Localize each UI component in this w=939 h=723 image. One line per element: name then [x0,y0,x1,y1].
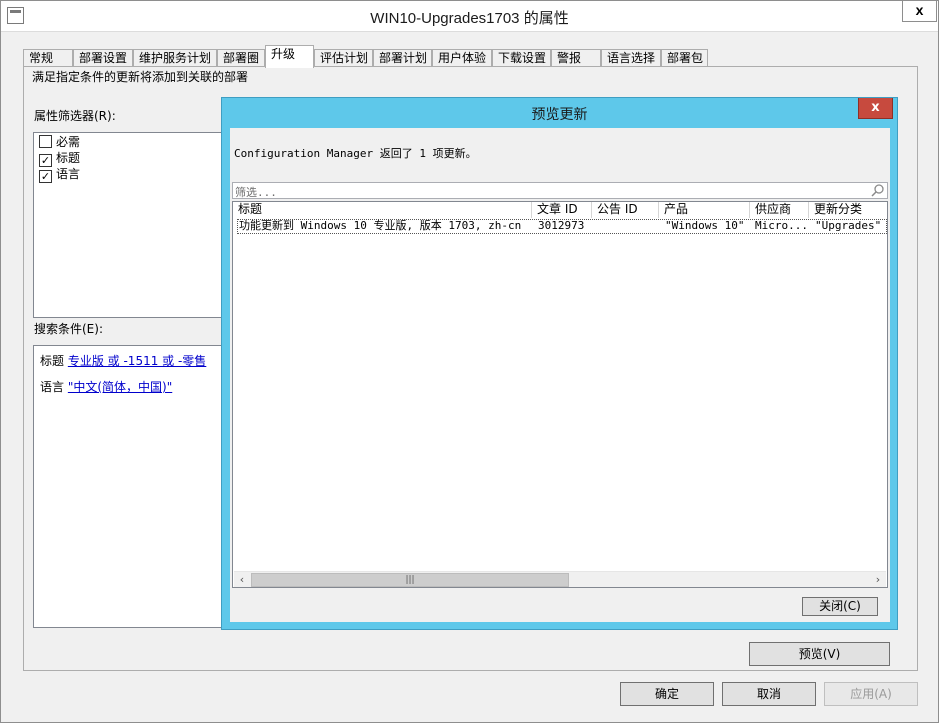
preview-button[interactable]: 预览(V) [749,642,890,666]
tab-deployment-package[interactable]: 部署包 [661,49,708,67]
tab-deployment-ring[interactable]: 部署圈 [217,49,265,67]
filter-input[interactable]: 筛选... [232,182,888,199]
panel-description: 满足指定条件的更新将添加到关联的部署 [32,70,249,84]
cell-vendor: Micro... [755,219,808,232]
window-title: WIN10-Upgrades1703 的属性 [370,10,569,27]
tab-evaluation-schedule[interactable]: 评估计划 [314,49,373,67]
scroll-left-arrow-icon[interactable]: ‹ [234,572,250,587]
column-header-bulletin-id[interactable]: 公告 ID [592,202,659,218]
cancel-button[interactable]: 取消 [722,682,816,706]
search-icon[interactable] [871,184,884,197]
title-bar[interactable]: WIN10-Upgrades1703 的属性 x [1,1,938,32]
property-item-language[interactable]: ✓ 语言 [39,167,80,183]
property-label: 标题 [56,151,81,165]
ok-button[interactable]: 确定 [620,682,714,706]
window-close-button[interactable]: x [902,1,937,22]
apply-button[interactable]: 应用(A) [824,682,918,706]
properties-window: WIN10-Upgrades1703 的属性 x 常规 部署设置 维护服务计划 … [0,0,939,723]
criteria-name: 标题 [40,354,65,368]
checkbox-checked-icon[interactable]: ✓ [39,154,52,167]
property-item-required[interactable]: 必需 [39,135,80,151]
preview-updates-dialog: 预览更新 x Configuration Manager 返回了 1 项更新。 … [221,97,898,630]
column-header-title[interactable]: 标题 [233,202,532,218]
tab-deployment-settings[interactable]: 部署设置 [73,49,133,67]
column-header-article-id[interactable]: 文章 ID [532,202,592,218]
horizontal-scrollbar[interactable]: ‹ ||| › [234,571,886,587]
property-item-title[interactable]: ✓ 标题 [39,151,80,167]
property-filter-label: 属性筛选器(R): [34,109,116,123]
tab-download-settings[interactable]: 下载设置 [492,49,551,67]
search-criteria-label: 搜索条件(E): [34,322,103,336]
criteria-row-title: 标题 专业版 或 -1511 或 -零售 [40,352,206,369]
cell-article-id: 3012973 [538,219,585,232]
cell-bulletin-id [596,219,659,234]
column-header-classification[interactable]: 更新分类 [809,202,887,218]
scroll-right-arrow-icon[interactable]: › [870,572,886,587]
property-label: 语言 [56,167,81,181]
column-header-product[interactable]: 产品 [659,202,750,218]
dialog-close-icon[interactable]: x [858,98,893,119]
tab-deployment-schedule[interactable]: 部署计划 [373,49,432,67]
dialog-body: Configuration Manager 返回了 1 项更新。 筛选... 标… [230,128,890,622]
scrollbar-thumb[interactable]: ||| [251,573,569,587]
tab-upgrade[interactable]: 升级 [265,45,314,68]
tab-user-experience[interactable]: 用户体验 [432,49,492,67]
criteria-name: 语言 [40,380,65,394]
tab-general[interactable]: 常规 [23,49,73,67]
column-header-vendor[interactable]: 供应商 [750,202,809,218]
cell-classification: "Upgrades" [815,219,882,232]
cell-title: 功能更新到 Windows 10 专业版, 版本 1703, zh-cn [239,219,522,232]
tab-maintenance-schedule[interactable]: 维护服务计划 [133,49,217,67]
criteria-value-link[interactable]: "中文(简体，中国)" [68,380,172,394]
property-filter-list[interactable]: 必需 ✓ 标题 ✓ 语言 [33,132,233,318]
cell-product: "Windows 10" [665,219,745,232]
filter-placeholder: 筛选... [235,186,277,199]
criteria-value-link[interactable]: 专业版 或 -1511 或 -零售 [68,354,206,368]
result-message: Configuration Manager 返回了 1 项更新。 [234,147,477,160]
tab-language-selection[interactable]: 语言选择 [601,49,661,67]
property-label: 必需 [56,135,81,149]
search-criteria-box[interactable]: 标题 专业版 或 -1511 或 -零售 语言 "中文(简体，中国)" [33,345,233,628]
checkbox-unchecked[interactable] [39,135,52,148]
checkbox-checked-icon[interactable]: ✓ [39,170,52,183]
dialog-title: 预览更新 [531,107,588,123]
updates-grid[interactable]: 标题 文章 ID 公告 ID 产品 供应商 更新分类 功能更新到 Windows… [232,201,888,588]
criteria-row-language: 语言 "中文(简体，中国)" [40,378,172,395]
dialog-close-button[interactable]: 关闭(C) [802,597,878,616]
tab-alerts[interactable]: 警报 [551,49,601,67]
